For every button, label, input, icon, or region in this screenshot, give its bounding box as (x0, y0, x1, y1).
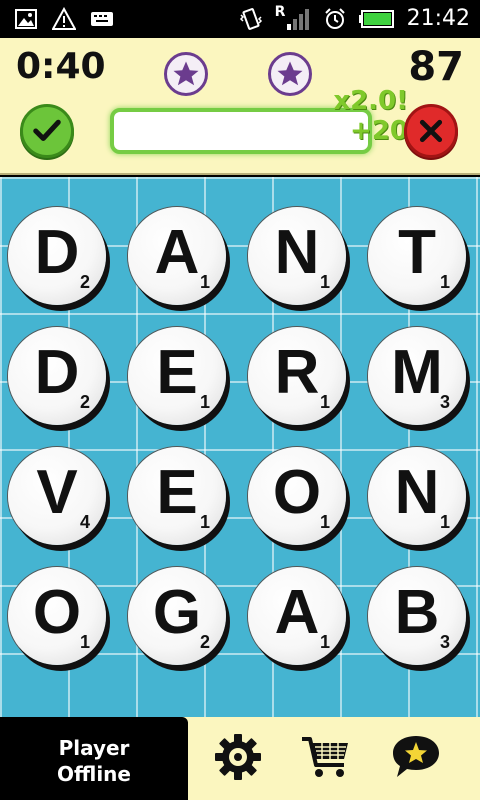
tile-points: 1 (319, 632, 330, 652)
submit-word-button[interactable] (20, 104, 74, 158)
tile-letter: O (32, 578, 82, 647)
tile-letter: D (34, 338, 80, 407)
tile-letter: M (391, 338, 443, 407)
close-icon (419, 119, 443, 143)
clear-word-button[interactable] (404, 104, 458, 158)
star-icon (164, 52, 208, 96)
tile-letter: E (156, 338, 198, 407)
tile-letter: G (152, 578, 202, 647)
letter-tile[interactable]: N1 (248, 207, 346, 305)
letter-tile[interactable]: O1 (248, 447, 346, 545)
bottom-bar: Player Offline (0, 717, 480, 800)
tile-letter: T (398, 218, 436, 287)
achievements-star-bubble-icon[interactable] (388, 729, 444, 785)
tile-points: 3 (439, 392, 450, 412)
player-label: Player (58, 736, 130, 760)
shopping-cart-icon[interactable] (298, 729, 354, 785)
letter-board: D2 A1 N1 T1 D2 E1 R1 M3 V4 E1 O1 N1 O1 G… (0, 177, 480, 717)
status-bar: R 21:42 (0, 0, 480, 38)
tile-letter: B (394, 578, 440, 647)
tile-points: 2 (79, 392, 90, 412)
tile-letter: V (36, 458, 78, 527)
tile-points: 1 (319, 272, 330, 292)
keyboard-icon (91, 12, 113, 26)
current-word-text (114, 112, 368, 124)
warning-icon (52, 7, 76, 30)
settings-gear-icon[interactable] (210, 729, 266, 785)
game-header: 0:40 87 x2.0! +20 (0, 38, 480, 175)
player-status: Offline (57, 762, 131, 786)
tile-points: 4 (79, 512, 90, 532)
tile-points: 1 (79, 632, 90, 652)
tile-letter: A (154, 218, 200, 287)
letter-tile[interactable]: D2 (8, 327, 106, 425)
status-bar-right: R 21:42 (239, 4, 470, 34)
letter-tile[interactable]: E1 (128, 447, 226, 545)
tile-letter: N (274, 218, 320, 287)
battery-icon (358, 10, 394, 28)
image-icon (15, 9, 37, 29)
letter-tile[interactable]: A1 (248, 567, 346, 665)
tile-letter: R (274, 338, 320, 407)
alarm-icon (324, 8, 345, 29)
network-type-indicator: R (275, 4, 311, 32)
letter-tile[interactable]: M3 (368, 327, 466, 425)
tile-points: 1 (439, 512, 450, 532)
tile-letter: D (34, 218, 80, 287)
clock-time: 21:42 (406, 6, 470, 31)
checkmark-icon (33, 119, 61, 141)
tile-points: 1 (439, 272, 450, 292)
countdown-timer: 0:40 (16, 46, 106, 87)
letter-tile[interactable]: A1 (128, 207, 226, 305)
tile-points: 2 (79, 272, 90, 292)
letter-tile[interactable]: T1 (368, 207, 466, 305)
letter-tile[interactable]: R1 (248, 327, 346, 425)
bonus-points: +20 (350, 116, 408, 146)
signal-icon (286, 9, 309, 30)
tile-points: 1 (199, 392, 210, 412)
player-status-button[interactable]: Player Offline (0, 717, 188, 800)
tile-points: 3 (439, 632, 450, 652)
tile-letter: O (272, 458, 322, 527)
letter-tile[interactable]: N1 (368, 447, 466, 545)
bonus-popup: x2.0! +20 (333, 86, 408, 146)
letter-tile[interactable]: O1 (8, 567, 106, 665)
tile-points: 2 (199, 632, 210, 652)
letter-tile[interactable]: B3 (368, 567, 466, 665)
tile-letter: N (394, 458, 440, 527)
tile-letter: A (274, 578, 320, 647)
letter-tile[interactable]: D2 (8, 207, 106, 305)
tile-letter: E (156, 458, 198, 527)
status-bar-left (14, 7, 114, 31)
letter-tile[interactable]: G2 (128, 567, 226, 665)
tile-points: 1 (319, 512, 330, 532)
tile-points: 1 (199, 512, 210, 532)
letter-tile[interactable]: V4 (8, 447, 106, 545)
letter-tile[interactable]: E1 (128, 327, 226, 425)
star-icon (268, 52, 312, 96)
tile-points: 1 (319, 392, 330, 412)
bonus-multiplier: x2.0! (333, 86, 408, 116)
vibrate-icon (239, 8, 262, 30)
score-display: 87 (408, 44, 464, 90)
tile-points: 1 (199, 272, 210, 292)
